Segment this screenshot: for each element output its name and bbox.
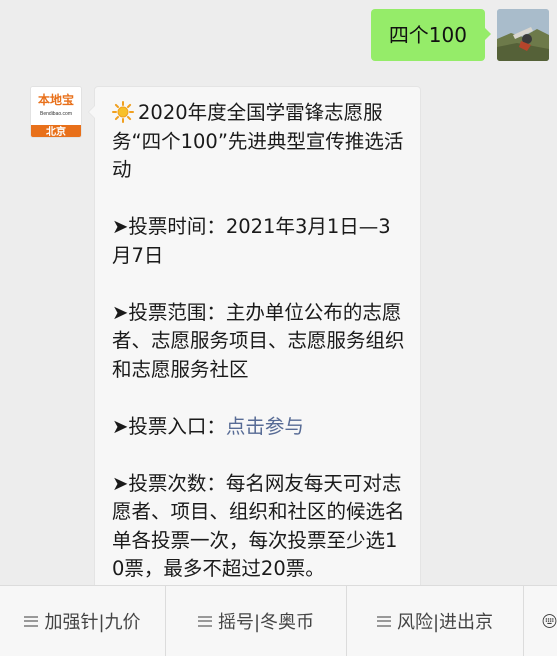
menu-item-lottery-coin[interactable]: 摇号|冬奥币 <box>166 586 347 656</box>
sun-icon <box>112 101 134 123</box>
outgoing-message-row: 四个100 <box>370 9 549 61</box>
menu-list-icon <box>24 615 39 627</box>
campaign-title-text: 2020年度全国学雷锋志愿服务“四个100”先进典型宣传推选活动 <box>112 101 404 181</box>
menu-item-risk-travel[interactable]: 风险|进出京 <box>347 586 524 656</box>
user-avatar[interactable] <box>497 9 549 61</box>
logo-site-text: Bendibao.com <box>40 111 72 117</box>
keyboard-toggle[interactable] <box>524 586 557 656</box>
bottom-menu-bar: 加强针|九价 摇号|冬奥币 风险|进出京 <box>0 585 557 656</box>
sender-avatar[interactable]: 本地宝 Bendibao.com 北京 <box>30 86 82 138</box>
incoming-message-bubble: 2020年度全国学雷锋志愿服务“四个100”先进典型宣传推选活动 ➤投票时间：2… <box>88 86 421 585</box>
vote-scope: ➤投票范围：主办单位公布的志愿者、志愿服务项目、志愿服务组织和志愿服务社区 <box>112 300 405 381</box>
menu-list-icon <box>197 615 212 627</box>
vote-entry-link[interactable]: 点击参与 <box>226 415 304 438</box>
menu-item-label: 摇号|冬奥币 <box>217 612 315 633</box>
menu-list-icon <box>376 615 391 627</box>
user-avatar-photo <box>497 9 549 61</box>
logo-brand-text: 本地宝 <box>37 93 74 107</box>
menu-item-booster-hpv[interactable]: 加强针|九价 <box>0 586 166 656</box>
campaign-title: 2020年度全国学雷锋志愿服务“四个100”先进典型宣传推选活动 <box>112 99 406 185</box>
vote-entry-label: ➤投票入口： <box>112 414 226 438</box>
vote-count: ➤投票次数：每名网友每天可对志愿者、项目、组织和社区的候选名单各投票一次，每次投… <box>112 471 405 581</box>
menu-item-label: 风险|进出京 <box>396 612 494 633</box>
vote-entry: ➤投票入口：点击参与 <box>112 413 406 442</box>
outgoing-message-bubble[interactable]: 四个100 <box>370 9 492 61</box>
logo-city-label: 北京 <box>31 125 81 137</box>
menu-item-label: 加强针|九价 <box>44 612 141 633</box>
vote-time: ➤投票时间：2021年3月1日—3月7日 <box>112 215 391 267</box>
keyboard-icon <box>542 614 557 628</box>
bendibao-logo: 本地宝 Bendibao.com <box>31 87 81 125</box>
chat-area: 四个100 本地宝 Bendibao.com 北京 2020年度全国学雷锋志愿服… <box>0 0 557 585</box>
